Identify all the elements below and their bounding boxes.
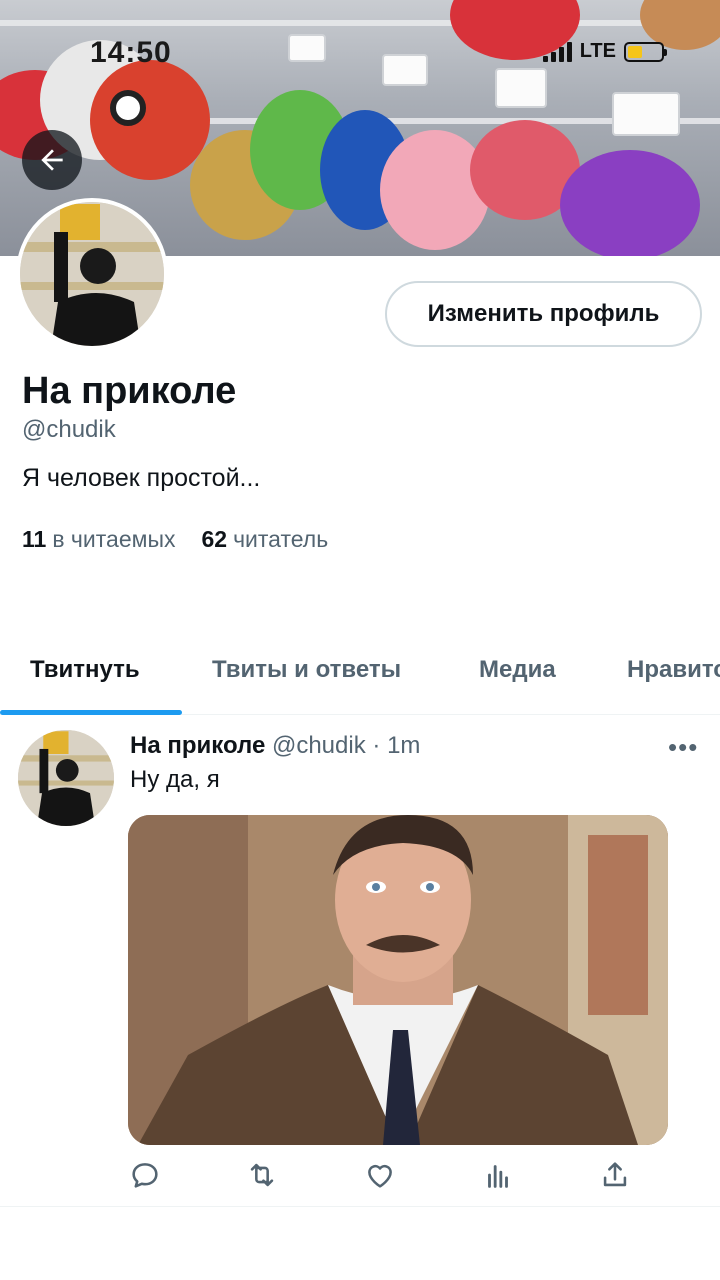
- tweet-media-image[interactable]: [128, 815, 668, 1145]
- signal-icon: [542, 41, 572, 62]
- status-indicators: LTE: [542, 40, 667, 63]
- price-tag: [612, 92, 680, 136]
- profile-bio: Я человек простой...: [22, 464, 261, 492]
- tweet-separator: ·: [372, 732, 381, 759]
- followers-label: читатель: [233, 526, 329, 552]
- avatar-photo: [18, 730, 114, 826]
- reply-button[interactable]: [128, 1158, 164, 1194]
- tweet-text: Ну да, я: [130, 766, 220, 793]
- following-link[interactable]: 11 в читаемых: [22, 526, 175, 553]
- like-button[interactable]: [363, 1158, 399, 1194]
- tweet-actions: [128, 1158, 648, 1198]
- tweet-time: 1m: [387, 732, 421, 759]
- arrow-left-icon: [41, 149, 63, 171]
- following-count: 11: [22, 526, 47, 552]
- analytics-icon: [488, 1165, 508, 1188]
- views-button[interactable]: [481, 1158, 517, 1194]
- followers-link[interactable]: 62 читатель: [201, 526, 328, 553]
- share-icon: [603, 1162, 627, 1187]
- tab-likes[interactable]: Нравится: [627, 656, 720, 684]
- share-button[interactable]: [598, 1158, 634, 1194]
- retweet-icon: [250, 1163, 274, 1187]
- tweet-avatar[interactable]: [18, 730, 114, 826]
- heart-icon: [368, 1164, 392, 1188]
- price-tag: [382, 54, 428, 86]
- banner-plush: [110, 90, 146, 126]
- profile-avatar[interactable]: [16, 198, 168, 350]
- tweet-header: На приколе @chudik · 1m: [130, 732, 420, 760]
- retweet-button[interactable]: [245, 1158, 281, 1194]
- more-options-icon[interactable]: •••: [668, 732, 698, 763]
- media-photo: [128, 815, 668, 1145]
- banner-plush: [560, 150, 700, 256]
- status-time: 14:50: [90, 36, 172, 69]
- banner-shelf: [0, 20, 720, 26]
- tab-tweets-and-replies[interactable]: Твиты и ответы: [212, 656, 401, 684]
- banner-plush: [380, 130, 490, 250]
- back-button[interactable]: [22, 130, 82, 190]
- banner-plush: [90, 60, 210, 180]
- tweet-author-handle: @chudik: [271, 732, 366, 759]
- profile-tabs: Твитнуть Твиты и ответы Медиа Нравится: [0, 640, 720, 715]
- price-tag: [288, 34, 326, 62]
- followers-count: 62: [201, 526, 228, 552]
- following-label: в читаемых: [52, 526, 176, 552]
- tweet-author-name[interactable]: На приколе: [130, 732, 265, 759]
- avatar-photo: [20, 202, 164, 346]
- reply-icon: [132, 1163, 158, 1188]
- profile-handle: @chudik: [22, 416, 116, 443]
- battery-icon: [624, 41, 667, 62]
- price-tag: [495, 68, 547, 108]
- edit-profile-button[interactable]: Изменить профиль: [385, 281, 702, 347]
- network-label: LTE: [579, 40, 616, 62]
- tab-tweets[interactable]: Твитнуть: [30, 656, 140, 684]
- profile-display-name: На приколе: [22, 370, 237, 412]
- divider: [0, 1206, 720, 1207]
- tab-media[interactable]: Медиа: [479, 656, 556, 684]
- active-tab-indicator: [0, 710, 182, 715]
- profile-stats: 11 в читаемых 62 читатель: [22, 526, 328, 553]
